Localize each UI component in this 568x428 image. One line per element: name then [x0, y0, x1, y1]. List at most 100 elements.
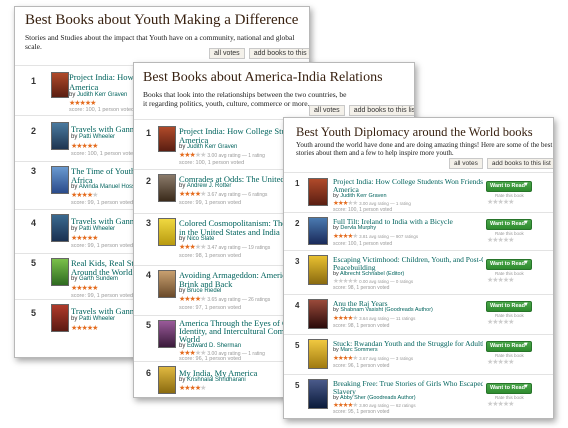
dropdown-caret-icon[interactable]: ▼	[523, 342, 529, 348]
book-title-cont[interactable]: America	[69, 82, 143, 92]
rank-number: 1	[31, 76, 37, 86]
want-to-read-button[interactable]: Want to Read ▼	[486, 383, 532, 394]
author-link[interactable]: Krishnalal Shridharani	[187, 377, 246, 383]
want-to-read-button[interactable]: Want to Read ▼	[486, 181, 532, 192]
author-link[interactable]: Dervla Murphy	[340, 225, 376, 231]
star-rating: ★★★★★ 3.67 avg rating — 6 ratings	[179, 190, 268, 198]
book-cover[interactable]	[308, 255, 328, 285]
add-books-button[interactable]: add books to this list	[248, 48, 309, 59]
rate-stars[interactable]: ★★★★★	[487, 198, 514, 206]
rating-meta: 0.00 avg rating — 0 ratings	[359, 279, 414, 284]
author-link[interactable]: Garth Sundem	[79, 276, 118, 282]
book-cover[interactable]	[51, 72, 69, 98]
book-cover[interactable]	[158, 174, 176, 202]
book-cover[interactable]	[51, 214, 69, 242]
dropdown-caret-icon[interactable]: ▼	[523, 260, 529, 266]
author-link[interactable]: Nico Slate	[187, 236, 214, 242]
author-link[interactable]: Bruce Riedel	[187, 288, 221, 294]
dropdown-caret-icon[interactable]: ▼	[523, 384, 529, 390]
all-votes-tab[interactable]: all votes	[449, 158, 483, 169]
list-title[interactable]: Best Youth Diplomacy around the World bo…	[296, 125, 533, 140]
rank-number: 6	[146, 368, 152, 378]
author-link[interactable]: Judith Kerr Graven	[187, 144, 237, 150]
dropdown-caret-icon[interactable]: ▼	[523, 182, 529, 188]
want-to-read-label: Want to Read	[490, 221, 525, 227]
want-to-read-button[interactable]: Want to Read ▼	[486, 259, 532, 270]
rating-meta: 3.81 avg rating — 907 ratings	[359, 234, 419, 239]
all-votes-tab[interactable]: all votes	[309, 105, 345, 116]
book-cover[interactable]	[51, 122, 69, 150]
score-text: score: 100, 1 person voted	[333, 241, 393, 247]
score-text: score: 98, 1 person voted	[333, 285, 390, 291]
list-title[interactable]: Best Books about Youth Making a Differen…	[25, 12, 298, 29]
star-rating: ★★★★★ 3.47 avg rating — 19 ratings	[179, 243, 271, 251]
book-author: by Andrew J. Rotter	[179, 183, 231, 189]
by-label: by	[71, 316, 78, 322]
book-author: by Bruce Riedel	[179, 288, 221, 294]
star-rating: ★★★★★	[71, 234, 98, 242]
rate-stars[interactable]: ★★★★★	[487, 400, 514, 408]
author-link[interactable]: Judith Kerr Graven	[77, 92, 127, 98]
book-cover[interactable]	[158, 366, 176, 394]
list-description: Youth around the world have done and are…	[296, 141, 553, 157]
author-link[interactable]: Shabnam Vasisht (Goodreads Author)	[340, 307, 433, 313]
rank-number: 5	[295, 341, 300, 350]
book-author: by Nico Slate	[179, 236, 214, 242]
author-link[interactable]: Andrew J. Rotter	[187, 183, 232, 189]
author-link[interactable]: Patti Wheeler	[79, 316, 115, 322]
want-to-read-button[interactable]: Want to Read ▼	[486, 301, 532, 312]
want-to-read-label: Want to Read	[490, 261, 525, 267]
all-votes-tab[interactable]: all votes	[209, 48, 245, 59]
rating-meta: 3.67 avg rating — 6 ratings	[207, 192, 268, 198]
dropdown-caret-icon[interactable]: ▼	[523, 302, 529, 308]
by-label: by	[179, 236, 186, 242]
rate-stars[interactable]: ★★★★★	[487, 236, 514, 244]
rank-number: 5	[31, 308, 37, 318]
book-cover[interactable]	[308, 379, 328, 409]
add-books-button[interactable]: add books to this list	[486, 158, 553, 169]
by-label: by	[71, 276, 78, 282]
book-cover[interactable]	[308, 339, 328, 369]
book-author: by Krishnalal Shridharani	[179, 377, 246, 383]
book-title[interactable]: Project India: How College Students Won …	[69, 72, 143, 82]
want-to-read-button[interactable]: Want to Read ▼	[486, 219, 532, 230]
rate-stars[interactable]: ★★★★★	[487, 358, 514, 366]
rank-number: 5	[146, 320, 152, 330]
add-books-button[interactable]: add books to this list	[348, 105, 414, 116]
book-cover[interactable]	[51, 166, 69, 194]
book-cover[interactable]	[158, 218, 176, 246]
book-author: by Garth Sundem	[71, 276, 118, 282]
book-cover[interactable]	[158, 126, 176, 152]
book-cover[interactable]	[158, 270, 176, 298]
list-card-youth-diplomacy: Best Youth Diplomacy around the World bo…	[283, 117, 554, 419]
want-to-read-button[interactable]: Want to Read ▼	[486, 341, 532, 352]
rank-number: 4	[31, 218, 37, 228]
rate-stars[interactable]: ★★★★★	[487, 318, 514, 326]
star-rating: ★★★★★ 3.90 avg rating — 62 ratings	[333, 401, 416, 409]
rank-number: 5	[31, 258, 37, 268]
rank-number: 3	[31, 166, 37, 176]
list-title[interactable]: Best Books about America-India Relations	[143, 70, 383, 86]
want-to-read-label: Want to Read	[490, 343, 525, 349]
author-link[interactable]: Patti Wheeler	[79, 134, 115, 140]
book-author: by Marc Sommers	[333, 347, 378, 353]
book-cover[interactable]	[308, 178, 328, 206]
author-link[interactable]: Patti Wheeler	[79, 226, 115, 232]
book-cover[interactable]	[308, 217, 328, 245]
score-text: score: 95, 1 person voted	[333, 409, 390, 415]
by-label: by	[71, 134, 78, 140]
by-label: by	[179, 144, 186, 150]
star-rating: ★★★★★	[71, 191, 98, 199]
by-label: by	[179, 288, 186, 294]
by-label: by	[69, 92, 76, 98]
book-cover[interactable]	[51, 304, 69, 332]
dropdown-caret-icon[interactable]: ▼	[523, 220, 529, 226]
rate-stars[interactable]: ★★★★★	[487, 276, 514, 284]
book-cover[interactable]	[51, 258, 69, 286]
book-author: by Patti Wheeler	[71, 134, 115, 140]
author-link[interactable]: Marc Sommers	[340, 347, 377, 353]
star-rating: ★★★★★	[71, 324, 98, 332]
book-cover[interactable]	[158, 320, 176, 348]
rank-number: 3	[146, 218, 152, 228]
book-cover[interactable]	[308, 299, 328, 329]
